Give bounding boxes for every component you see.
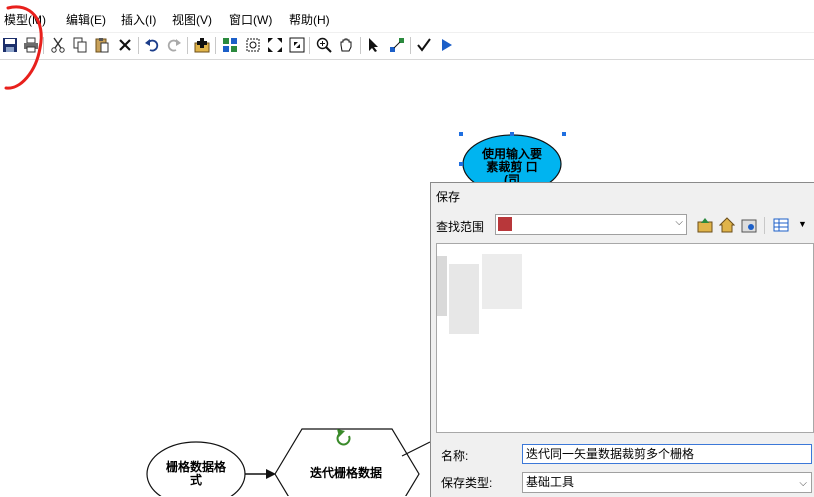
fixed-zoom-in-icon[interactable] <box>266 36 284 54</box>
cut-icon[interactable] <box>49 36 67 54</box>
menu-edit[interactable]: 编辑(E) <box>66 12 106 28</box>
view-list-icon[interactable] <box>772 216 790 234</box>
selection-handle[interactable] <box>459 162 463 166</box>
menu-view[interactable]: 视图(V) <box>172 12 212 28</box>
redo-icon[interactable] <box>165 36 183 54</box>
iterator-label: 迭代栅格数据 <box>309 466 382 480</box>
add-data-icon[interactable] <box>193 36 211 54</box>
save-dialog: 保存 查找范围 ⌵ ▼ 名称: 迭代同一矢量数据裁剪多个栅格 保存类型: 基础工… <box>430 182 814 497</box>
raster-format-label: 栅格数据格式 <box>165 460 226 487</box>
home-icon[interactable] <box>718 216 736 234</box>
delete-icon[interactable] <box>116 36 134 54</box>
blurred-item <box>437 256 447 316</box>
selection-handle[interactable] <box>510 132 514 136</box>
connect-folder-icon[interactable] <box>740 216 758 234</box>
full-extent-icon[interactable] <box>244 36 262 54</box>
validate-icon[interactable] <box>415 36 433 54</box>
chevron-down-icon[interactable]: ▼ <box>798 219 807 229</box>
auto-layout-icon[interactable] <box>221 36 239 54</box>
look-in-combo[interactable]: ⌵ <box>495 214 687 235</box>
save-type-select[interactable]: 基础工具 ⌵ <box>522 472 812 493</box>
save-type-value: 基础工具 <box>526 475 575 489</box>
undo-icon[interactable] <box>143 36 161 54</box>
file-list[interactable] <box>436 243 814 433</box>
connect-icon[interactable] <box>388 36 406 54</box>
name-field[interactable]: 迭代同一矢量数据裁剪多个栅格 <box>522 444 812 464</box>
chevron-down-icon[interactable]: ⌵ <box>799 474 807 493</box>
menu-window[interactable]: 窗口(W) <box>229 12 272 28</box>
up-folder-icon[interactable] <box>696 216 714 234</box>
select-icon[interactable] <box>365 36 383 54</box>
toolbar <box>0 33 814 60</box>
blurred-item <box>482 254 522 309</box>
selection-handle[interactable] <box>562 132 566 136</box>
menu-bar: 模型(M) 编辑(E) 插入(I) 视图(V) 窗口(W) 帮助(H) <box>0 0 814 33</box>
menu-model[interactable]: 模型(M) <box>4 12 46 28</box>
save-type-label: 保存类型: <box>441 476 493 490</box>
connector-line-2 <box>401 441 431 457</box>
fixed-zoom-out-icon[interactable] <box>288 36 306 54</box>
paste-icon[interactable] <box>93 36 111 54</box>
run-icon[interactable] <box>437 36 455 54</box>
selection-handle[interactable] <box>459 132 463 136</box>
save-icon[interactable] <box>1 36 19 54</box>
print-icon[interactable] <box>22 36 40 54</box>
look-in-label: 查找范围 <box>436 220 485 234</box>
name-label: 名称: <box>441 449 469 463</box>
chevron-down-icon[interactable]: ⌵ <box>675 217 683 228</box>
blurred-item <box>449 264 479 334</box>
pan-icon[interactable] <box>337 36 355 54</box>
zoom-in-icon[interactable] <box>315 36 333 54</box>
gdb-icon <box>498 217 512 231</box>
copy-icon[interactable] <box>71 36 89 54</box>
menu-insert[interactable]: 插入(I) <box>121 12 156 28</box>
iterator-node <box>274 428 420 496</box>
menu-help[interactable]: 帮助(H) <box>289 12 330 28</box>
dialog-title: 保存 <box>436 190 461 204</box>
